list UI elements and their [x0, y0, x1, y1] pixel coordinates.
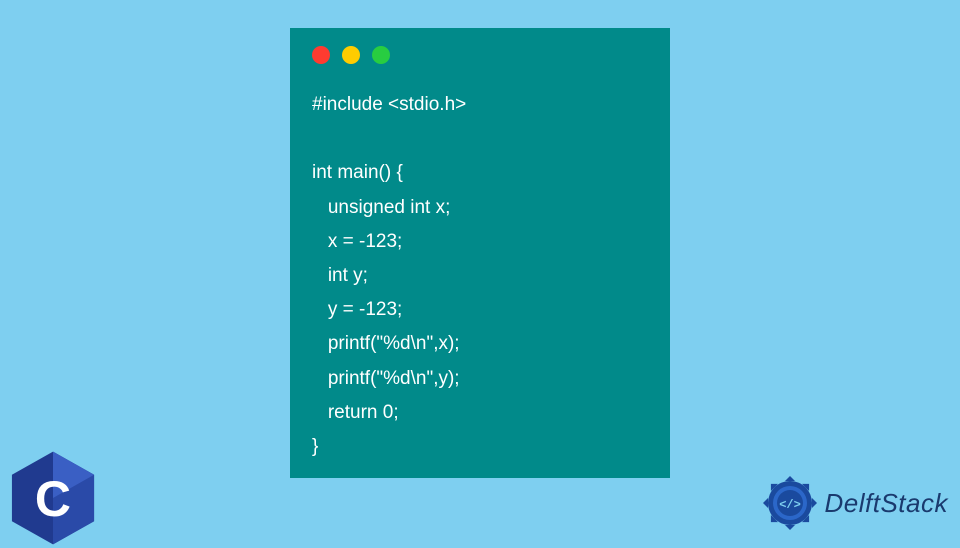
minimize-icon [342, 46, 360, 64]
delftstack-logo: </> DelftStack [761, 474, 949, 532]
svg-text:</>: </> [779, 498, 801, 512]
c-logo-letter: C [35, 471, 71, 527]
window-titlebar [312, 46, 648, 64]
code-block: #include <stdio.h> int main() { unsigned… [312, 88, 648, 464]
close-icon [312, 46, 330, 64]
c-language-logo-icon: C [8, 448, 98, 548]
delftstack-brand-text: DelftStack [825, 488, 949, 519]
code-window: #include <stdio.h> int main() { unsigned… [290, 28, 670, 478]
maximize-icon [372, 46, 390, 64]
delftstack-gear-icon: </> [761, 474, 819, 532]
